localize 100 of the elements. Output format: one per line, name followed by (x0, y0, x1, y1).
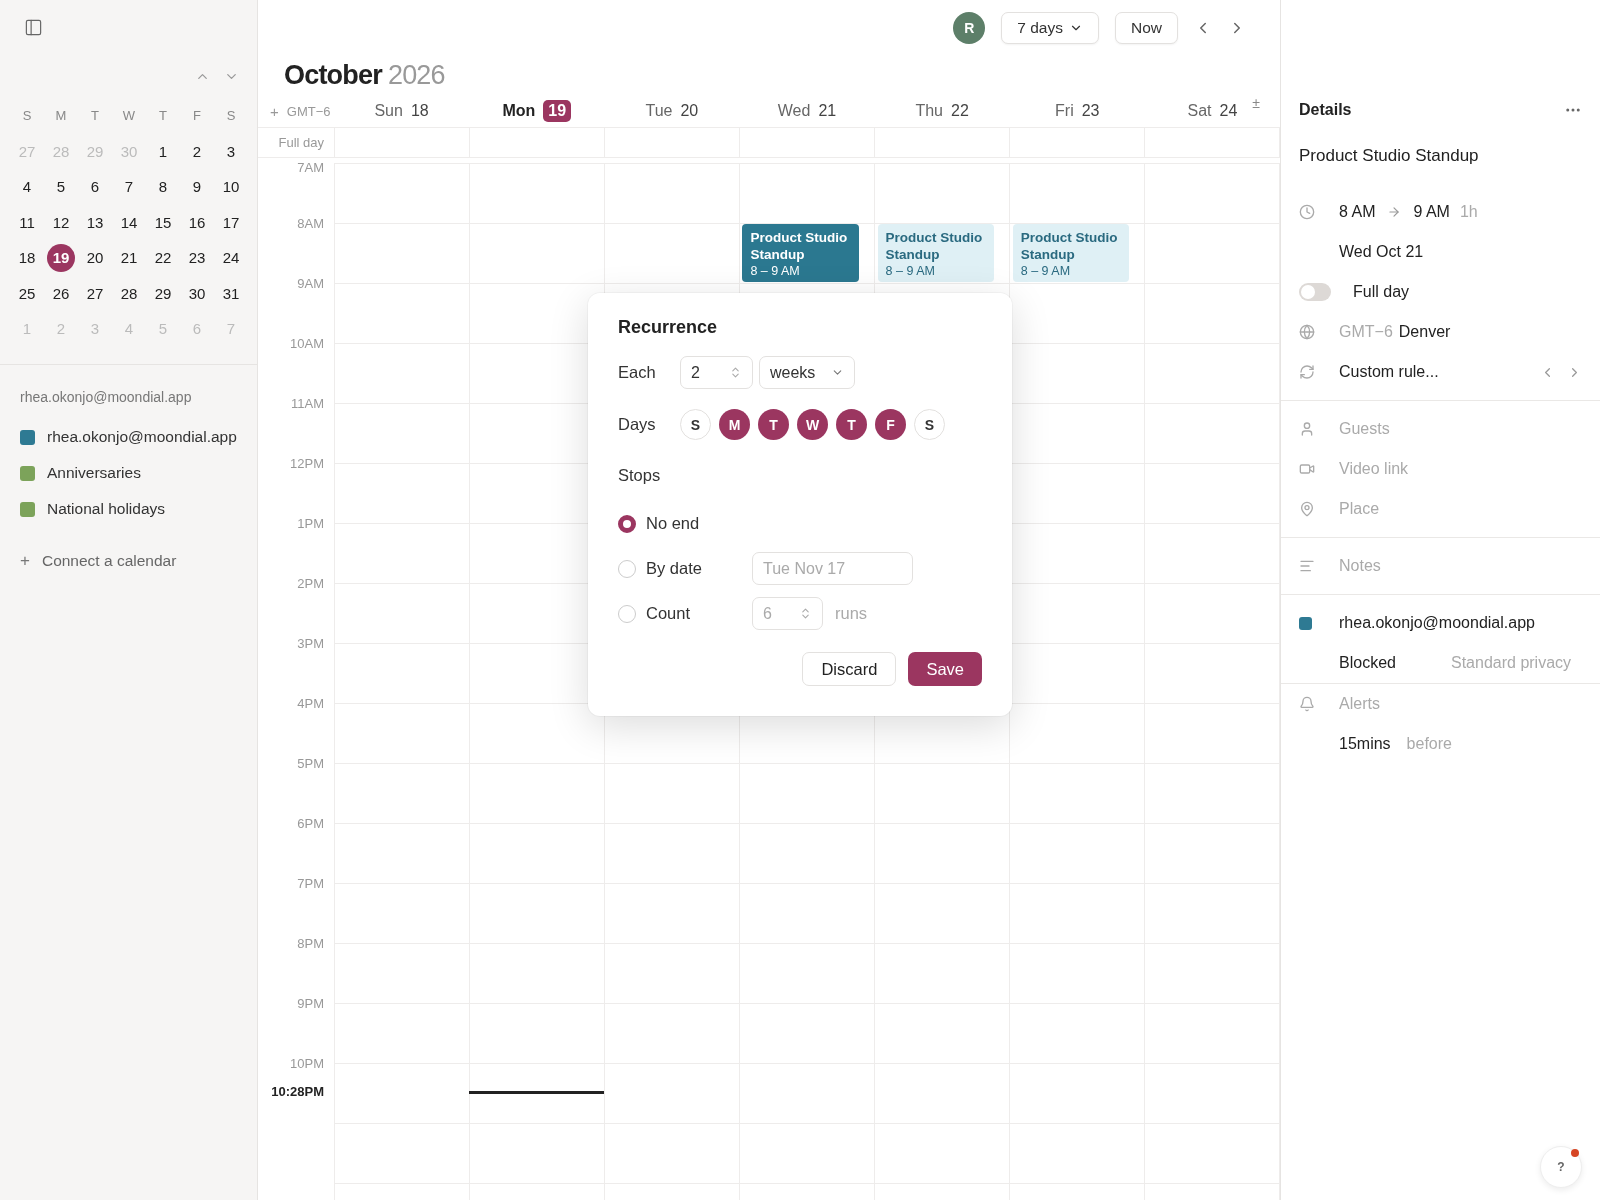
radio-icon[interactable] (618, 514, 636, 533)
day-header[interactable]: Sun 18 (370, 102, 433, 120)
timezone-city[interactable]: Denver (1398, 323, 1451, 341)
calendar-day[interactable]: 15 (149, 208, 177, 237)
calendar-name[interactable]: rhea.okonjo@moondial.app (47, 428, 237, 446)
weekday-toggle[interactable]: F (875, 409, 906, 440)
availability-label[interactable]: Blocked (1339, 654, 1445, 672)
hour-label: 10AM (290, 336, 324, 351)
calendar-name[interactable]: rhea.okonjo@moondial.app (1339, 614, 1535, 632)
calendar-name[interactable]: Anniversaries (47, 464, 141, 482)
expand-toggle[interactable]: ± (1252, 95, 1260, 111)
connect-calendar-button[interactable]: + Connect a calendar (0, 551, 257, 571)
hour-label: 8AM (297, 216, 324, 231)
calendar-day[interactable]: 23 (183, 243, 211, 272)
calendar-day[interactable]: 13 (81, 208, 109, 237)
calendar-day[interactable]: 26 (47, 279, 75, 308)
calendar-day[interactable]: 3 (217, 137, 245, 166)
alert-when: before (1406, 735, 1452, 753)
unit-dropdown[interactable]: weeks (759, 356, 855, 389)
weekday-toggle[interactable]: M (719, 409, 750, 440)
bell-icon (1299, 696, 1315, 712)
calendar-day[interactable]: 7 (115, 172, 143, 201)
help-button[interactable]: ? (1540, 1146, 1582, 1188)
user-avatar[interactable]: R (953, 11, 986, 44)
calendar-day[interactable]: 21 (115, 243, 143, 272)
day-header[interactable]: Sat 24 (1183, 102, 1242, 120)
stop-option[interactable]: No end (618, 514, 752, 533)
calendar-name[interactable]: National holidays (47, 500, 166, 518)
event-date[interactable]: Wed Oct 21 (1339, 243, 1424, 261)
calendar-day[interactable]: 12 (47, 208, 75, 237)
calendar-day[interactable]: 25 (13, 279, 41, 308)
calendar-day[interactable]: 6 (81, 172, 109, 201)
weekday-label: M (54, 106, 68, 125)
repeat-rule[interactable]: Custom rule... (1339, 363, 1534, 381)
view-dropdown[interactable]: 7 days (1001, 11, 1099, 44)
calendar-day[interactable]: 28 (115, 279, 143, 308)
calendar-day[interactable]: 5 (47, 172, 75, 201)
calendar-day[interactable]: 31 (217, 279, 245, 308)
calendar-day[interactable]: 19 (47, 243, 75, 272)
notes-icon (1299, 558, 1315, 574)
event-title[interactable]: Product Studio Standup (1281, 146, 1600, 166)
day-header[interactable]: Thu 22 (911, 102, 973, 120)
event-block[interactable]: Product Studio Standup 8 – 9 AM (877, 224, 994, 282)
day-header[interactable]: Tue 20 (641, 102, 703, 120)
day-header[interactable]: Mon 19 (498, 100, 576, 122)
weekday-toggle[interactable]: S (680, 409, 711, 440)
calendar-day[interactable]: 8 (149, 172, 177, 201)
sidebar-toggle-icon[interactable] (24, 18, 43, 37)
clock-icon (1299, 204, 1315, 220)
calendar-day[interactable]: 18 (13, 243, 41, 272)
calendar-day[interactable]: 20 (81, 243, 109, 272)
day-header[interactable]: Wed 21 (773, 102, 841, 120)
event-block[interactable]: Product Studio Standup 8 – 9 AM (742, 224, 859, 282)
start-time[interactable]: 8 AM (1339, 203, 1376, 221)
popover-title: Recurrence (618, 317, 719, 338)
calendar-day[interactable]: 24 (217, 243, 245, 272)
calendar-day[interactable]: 9 (183, 172, 211, 201)
interval-stepper[interactable]: 2 (680, 356, 753, 389)
full-day-switch[interactable] (1299, 283, 1331, 301)
discard-button[interactable]: Discard (802, 652, 897, 686)
calendar-day[interactable]: 30 (183, 279, 211, 308)
location-pin-icon (1299, 501, 1315, 517)
now-button[interactable]: Now (1115, 11, 1178, 44)
calendar-day[interactable]: 29 (149, 279, 177, 308)
weekday-toggle[interactable]: T (836, 409, 867, 440)
calendar-day[interactable]: 14 (115, 208, 143, 237)
duration-label: 1h (1459, 203, 1478, 221)
calendar-day[interactable]: 10 (217, 172, 245, 201)
calendar-day[interactable]: 22 (149, 243, 177, 272)
days-label: Days (618, 415, 657, 434)
save-button[interactable]: Save (908, 652, 982, 686)
calendar-day[interactable]: 2 (183, 137, 211, 166)
alert-amount[interactable]: 15mins (1339, 735, 1391, 753)
timezone-offset: GMT−6 (1339, 323, 1393, 341)
calendar-day[interactable]: 16 (183, 208, 211, 237)
video-camera-icon (1299, 461, 1315, 477)
hour-label: 9AM (297, 276, 324, 291)
stepper-icon[interactable] (729, 366, 742, 379)
weekday-label: F (192, 106, 202, 125)
runs-label: runs (835, 604, 868, 623)
hour-label: 10PM (290, 1056, 324, 1071)
calendar-day[interactable]: 17 (217, 208, 245, 237)
hour-label: 2PM (297, 576, 324, 591)
hour-label: 12PM (290, 456, 324, 471)
weekday-label: T (158, 106, 168, 125)
end-time[interactable]: 9 AM (1413, 203, 1450, 221)
month-title: October (284, 59, 382, 91)
weekday-toggle[interactable]: T (758, 409, 789, 440)
event-block[interactable]: Product Studio Standup 8 – 9 AM (1012, 224, 1129, 282)
calendar-day[interactable]: 27 (81, 279, 109, 308)
current-time-label: 10:28PM (271, 1083, 324, 1099)
full-day-label: Full day (277, 134, 325, 152)
day-header[interactable]: Fri 23 (1051, 102, 1104, 120)
calendar-day[interactable]: 11 (13, 208, 41, 237)
weekday-toggle[interactable]: S (914, 409, 945, 440)
calendar-day[interactable]: 1 (149, 137, 177, 166)
hour-label: 8PM (297, 936, 324, 951)
stops-label: Stops (618, 466, 662, 485)
calendar-day[interactable]: 4 (13, 172, 41, 201)
weekday-toggle[interactable]: W (797, 409, 828, 440)
